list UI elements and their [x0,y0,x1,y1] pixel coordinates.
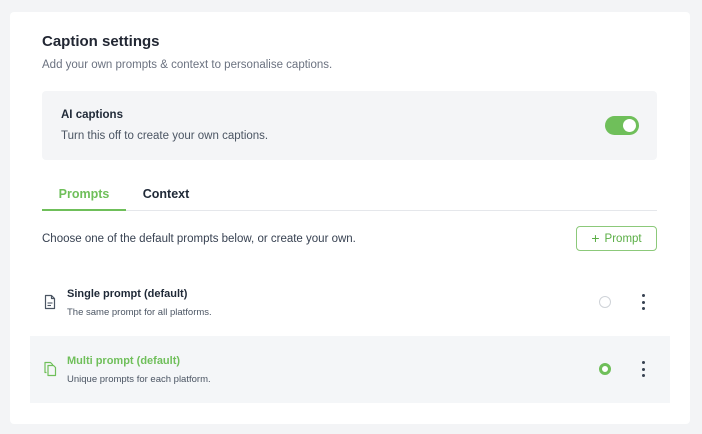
more-options-icon[interactable] [636,293,650,311]
ai-captions-title: AI captions [61,109,123,121]
prompt-radio-multi[interactable] [599,363,611,375]
more-options-icon[interactable] [636,360,650,378]
prompt-option-description: Unique prompts for each platform. [67,374,211,385]
toggle-knob [623,119,636,132]
prompt-option-multi[interactable]: Multi prompt (default) Unique prompts fo… [30,336,670,403]
prompt-option-description: The same prompt for all platforms. [67,307,212,318]
prompt-option-title: Multi prompt (default) [67,355,181,367]
prompt-radio-single[interactable] [599,296,611,308]
ai-captions-toggle[interactable] [605,116,639,135]
page-title: Caption settings [42,33,160,50]
add-prompt-button[interactable]: + Prompt [576,226,657,251]
ai-captions-description: Turn this off to create your own caption… [61,130,269,142]
ai-captions-panel: AI captions Turn this off to create your… [42,91,657,160]
settings-tabs: Prompts Context [42,178,657,211]
plus-icon: + [591,230,600,246]
add-prompt-label: Prompt [604,232,642,245]
page-subtitle: Add your own prompts & context to person… [42,59,333,71]
prompts-instruction: Choose one of the default prompts below,… [42,233,356,245]
tab-context[interactable]: Context [134,178,198,211]
tab-prompts[interactable]: Prompts [42,178,126,211]
document-icon [44,294,56,310]
copy-documents-icon [44,361,57,377]
caption-settings-card: Caption settings Add your own prompts & … [10,12,690,424]
prompt-option-title: Single prompt (default) [67,288,188,300]
prompt-option-single[interactable]: Single prompt (default) The same prompt … [30,269,670,336]
